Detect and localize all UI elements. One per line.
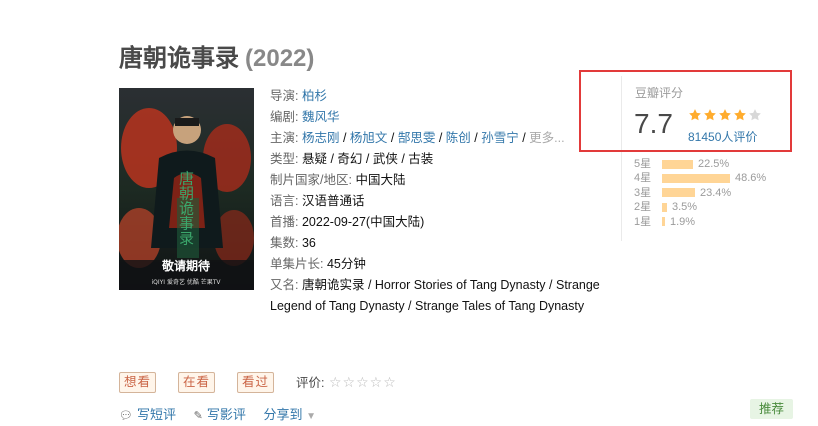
cast-more-link[interactable]: 更多... <box>529 131 564 145</box>
distribution-bar <box>662 159 693 169</box>
rating-score: 7.7 <box>634 108 673 139</box>
writer-link[interactable]: 魏风华 <box>302 110 340 124</box>
movie-year: (2022) <box>245 45 315 72</box>
distribution-bar <box>662 202 667 212</box>
recommend-button[interactable]: 推荐 <box>750 399 793 419</box>
star-filled-icon <box>718 108 732 122</box>
rate-star-icon[interactable]: ☆ <box>343 374 356 390</box>
episodes-row: 集数: 36 <box>270 233 610 254</box>
genre-value: 奇幻 <box>337 152 363 166</box>
want-to-watch-button[interactable]: 想看 <box>119 372 157 393</box>
country-label: 制片国家/地区: <box>270 173 352 187</box>
rating-distribution: 5星 22.5% 4星 48.6% 3星 23.4% 2星 3.5% 1星 1.9% <box>634 157 766 229</box>
watching-button[interactable]: 在看 <box>178 372 216 393</box>
my-rating-label: 评价: <box>296 376 325 390</box>
distribution-bar <box>662 173 730 183</box>
cast-link[interactable]: 郜思雯 <box>398 131 436 145</box>
genre-row: 类型: 悬疑 / 奇幻 / 武侠 / 古装 <box>270 152 434 166</box>
runtime-label: 单集片长: <box>270 257 324 271</box>
country-value: 中国大陆 <box>355 173 406 187</box>
distribution-star-label: 3星 <box>634 186 652 199</box>
cast-link[interactable]: 杨志刚 <box>302 131 340 145</box>
aka-label: 又名: <box>270 278 299 292</box>
writer-row: 编剧: 魏风华 <box>270 110 340 124</box>
cast-label: 主演 <box>270 131 296 145</box>
star-filled-icon <box>703 108 717 122</box>
share-label: 分享到 <box>263 407 303 422</box>
my-rating: 评价: ☆☆☆☆☆ <box>296 372 396 393</box>
genre-value: 武侠 <box>372 152 398 166</box>
review-link[interactable]: ✎ 写影评 <box>194 407 246 422</box>
rate-star-icon[interactable]: ☆ <box>356 374 369 390</box>
short-review-label: 写短评 <box>136 407 176 422</box>
release-value: 2022-09-27(中国大陆) <box>301 215 425 229</box>
release-row: 首播: 2022-09-27(中国大陆) <box>270 212 610 233</box>
star-empty-icon <box>748 108 762 122</box>
share-dropdown[interactable]: 分享到 ▼ <box>263 407 316 422</box>
country-row: 制片国家/地区: 中国大陆 <box>270 170 610 191</box>
rating-distribution-row: 5星 22.5% <box>634 157 766 171</box>
distribution-percent: 23.4% <box>700 186 732 199</box>
distribution-bar <box>662 188 695 198</box>
rating-count-link[interactable]: 81450人评价 <box>688 128 757 145</box>
distribution-percent: 3.5% <box>672 201 698 214</box>
release-label: 首播: <box>270 215 299 229</box>
comment-icon: 💬︎ <box>119 410 133 422</box>
rating-stars <box>688 108 763 125</box>
runtime-value: 45分钟 <box>326 257 366 271</box>
distribution-bar <box>662 217 665 227</box>
action-bar: 💬︎ 写短评 ✎ 写影评 分享到 ▼ <box>119 404 330 423</box>
aka-row: 又名: 唐朝诡实录 / Horror Stories of Tang Dynas… <box>270 275 610 317</box>
rating-label: 豆瓣评分 <box>635 86 684 100</box>
distribution-percent: 1.9% <box>670 215 696 228</box>
distribution-star-label: 4星 <box>634 172 652 185</box>
poster-logos: iQIYI 爱奇艺 优酷 芒果TV <box>151 278 221 286</box>
caret-down-icon: ▼ <box>306 411 317 422</box>
rating-distribution-row: 2星 3.5% <box>634 200 766 214</box>
language-label: 语言: <box>270 194 299 208</box>
distribution-percent: 22.5% <box>698 158 730 170</box>
rating-distribution-row: 3星 23.4% <box>634 186 766 200</box>
director-row: 导演: 柏杉 <box>270 89 327 103</box>
poster-art: 唐朝诡事录 敬请期待 iQIYI 爱奇艺 优酷 芒果TV <box>119 88 254 290</box>
review-label: 写影评 <box>206 407 246 422</box>
cast-link[interactable]: 杨旭文 <box>350 131 388 145</box>
cast-row: 主演: 杨志刚 / 杨旭文 / 郜思雯 / 陈创 / 孙雪宁 / 更多... <box>270 131 565 145</box>
movie-info: 导演: 柏杉 编剧: 魏风华 主演: 杨志刚 / 杨旭文 / 郜思雯 / 陈创 … <box>270 86 610 317</box>
episodes-label: 集数: <box>270 236 299 250</box>
movie-title: 唐朝诡事录 <box>119 45 239 72</box>
episodes-value: 36 <box>301 236 316 250</box>
rating-distribution-row: 4星 48.6% <box>634 171 766 185</box>
poster-title-art: 唐朝诡事录 <box>177 171 195 246</box>
language-row: 语言: 汉语普通话 <box>270 191 610 212</box>
distribution-star-label: 1星 <box>634 215 652 228</box>
writer-label: 编剧 <box>270 110 296 124</box>
rating-distribution-row: 1星 1.9% <box>634 215 766 229</box>
genre-label: 类型: <box>270 152 299 166</box>
distribution-star-label: 5星 <box>634 158 652 170</box>
language-value: 汉语普通话 <box>301 194 365 208</box>
distribution-star-label: 2星 <box>634 201 652 214</box>
pencil-icon: ✎ <box>193 410 203 422</box>
director-label: 导演 <box>270 89 296 103</box>
cast-link[interactable]: 孙雪宁 <box>481 131 519 145</box>
rate-star-icon[interactable]: ☆ <box>329 374 342 390</box>
distribution-percent: 48.6% <box>735 172 767 185</box>
star-filled-icon <box>688 108 702 122</box>
cast-link[interactable]: 陈创 <box>446 131 471 145</box>
rate-star-icon[interactable]: ☆ <box>383 374 396 390</box>
aka-value: 唐朝诡实录 / Horror Stories of Tang Dynasty /… <box>270 278 600 313</box>
poster-slogan: 敬请期待 <box>161 258 210 273</box>
rate-star-icon[interactable]: ☆ <box>370 374 383 390</box>
genre-value: 古装 <box>408 152 434 166</box>
page-title: 唐朝诡事录 (2022) <box>119 38 314 73</box>
director-link[interactable]: 柏杉 <box>302 89 327 103</box>
runtime-row: 单集片长: 45分钟 <box>270 254 610 275</box>
poster-image[interactable]: 唐朝诡事录 敬请期待 iQIYI 爱奇艺 优酷 芒果TV <box>119 88 254 290</box>
genre-value: 悬疑 <box>301 152 327 166</box>
watched-button[interactable]: 看过 <box>237 372 275 393</box>
short-review-link[interactable]: 💬︎ 写短评 <box>119 407 176 422</box>
star-filled-icon <box>733 108 747 122</box>
